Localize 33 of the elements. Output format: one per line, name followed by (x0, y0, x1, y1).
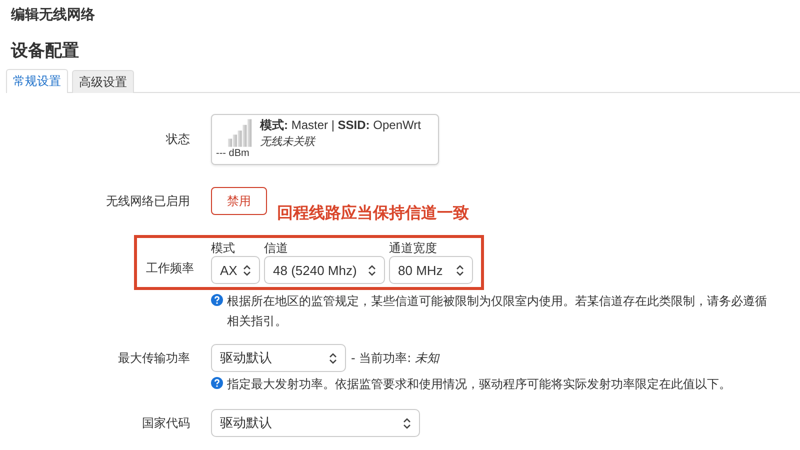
select-field[interactable]: 驱动默认 (211, 409, 420, 437)
signal-bars-icon (228, 119, 254, 147)
caret-icon (456, 264, 464, 276)
caret-icon (329, 352, 337, 364)
field-label: 最大传输功率 (117, 350, 190, 366)
select-field[interactable]: AX (211, 256, 260, 284)
disable-button[interactable]: 禁用 (211, 187, 267, 215)
select-label: 模式 (211, 241, 236, 256)
status-note: 无线未关联 (260, 134, 317, 149)
annotation-text: 回程线路应当保持信道一致 (277, 203, 469, 224)
help-icon (211, 377, 223, 389)
field-label: 国家代码 (141, 414, 190, 432)
select-field[interactable]: 48 (5240 Mhz) (264, 256, 385, 284)
signal-reading: --- dBm (216, 148, 250, 159)
help-text: 根据所在地区的监管规定，某些信道可能被限制为仅限室内使用。若某信道存在此类限制，请务必遵循相关指引。 (227, 293, 767, 330)
field-label: 无线网络已启用 (105, 192, 190, 210)
select-field[interactable]: 80 MHz (389, 256, 473, 284)
select-label: 通道宽度 (389, 241, 438, 256)
select-label: 信道 (264, 241, 289, 256)
section-title: 设备配置 (11, 40, 80, 63)
tab[interactable]: 高级设置 (72, 70, 134, 93)
page-title: 编辑无线网络 (11, 6, 96, 25)
caret-icon (243, 264, 251, 276)
field-label: 状态 (165, 131, 190, 148)
tab[interactable]: 常规设置 (6, 69, 68, 93)
select-field[interactable]: 驱动默认 (211, 344, 346, 372)
field-label: 工作频率 (145, 260, 194, 277)
status-text: 模式: Master | SSID: OpenWrt (260, 117, 421, 134)
help-text: 指定最大发射功率。依据监管要求和使用情况，驱动程序可能将实际发射功率限定在此值以下。 (227, 376, 731, 393)
caret-icon (403, 418, 411, 428)
caret-icon (368, 264, 376, 276)
current-power-text: - 当前功率: 未知 (351, 350, 440, 366)
help-icon (211, 294, 223, 306)
